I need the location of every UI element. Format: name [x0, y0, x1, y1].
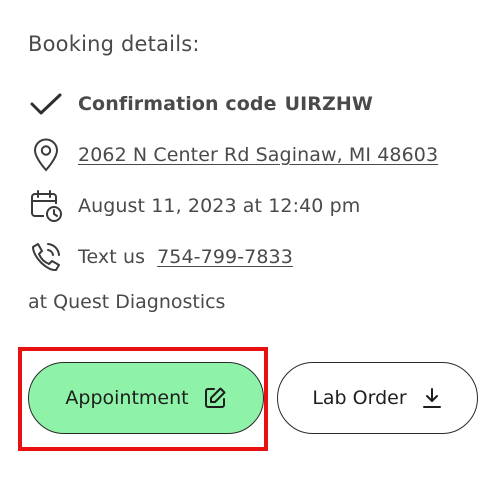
address-row: 2062 N Center Rd Saginaw, MI 48603: [28, 137, 438, 173]
contact-row: Text us 754-799-7833: [28, 239, 293, 275]
appointment-button-label: Appointment: [65, 387, 189, 409]
lab-location: at Quest Diagnostics: [28, 291, 226, 313]
check-icon: [28, 86, 64, 122]
confirmation-code-value: UIRZHW: [284, 93, 373, 115]
text-us-label: Text us: [78, 246, 146, 268]
appointment-datetime: August 11, 2023 at 12:40 pm: [78, 195, 361, 217]
download-icon: [421, 386, 443, 410]
booking-details-heading: Booking details:: [28, 32, 200, 56]
edit-icon: [203, 386, 227, 410]
confirmation-code-label: Confirmation code: [78, 93, 277, 115]
lab-order-button-label: Lab Order: [312, 387, 407, 409]
datetime-row: August 11, 2023 at 12:40 pm: [28, 188, 360, 224]
phone-link[interactable]: 754-799-7833: [157, 246, 293, 268]
appointment-button[interactable]: Appointment: [28, 362, 264, 434]
lab-order-button[interactable]: Lab Order: [277, 362, 478, 434]
address-link[interactable]: 2062 N Center Rd Saginaw, MI 48603: [78, 144, 438, 166]
phone-icon: [28, 239, 64, 275]
calendar-clock-icon: [28, 188, 64, 224]
location-pin-icon: [28, 137, 64, 173]
confirmation-row: Confirmation code UIRZHW: [28, 86, 373, 122]
